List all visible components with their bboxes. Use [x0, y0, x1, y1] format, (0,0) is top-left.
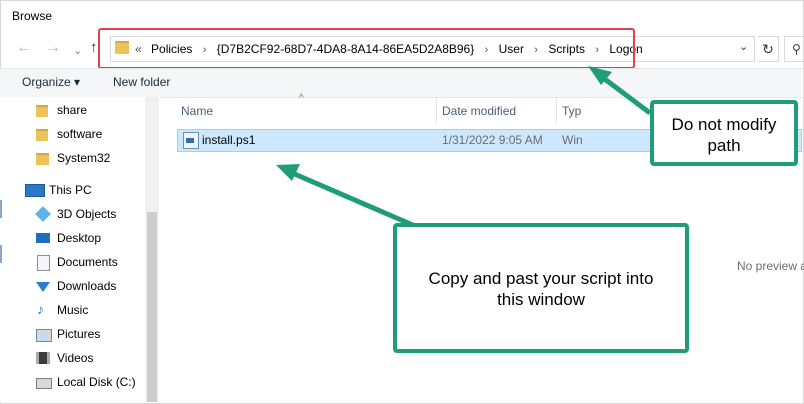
- arrow-to-file-list: [289, 169, 416, 229]
- arrow-to-address-bar: [596, 72, 652, 115]
- callout-text: Do not modify: [671, 115, 777, 134]
- callout-text: path: [707, 136, 741, 155]
- callout-text: this window: [497, 290, 585, 309]
- callout-text: Copy and past your script into: [428, 269, 654, 288]
- callout-paste-script: Copy and past your script into this wind…: [393, 223, 689, 353]
- callout-do-not-modify-path: Do not modify path: [650, 100, 798, 166]
